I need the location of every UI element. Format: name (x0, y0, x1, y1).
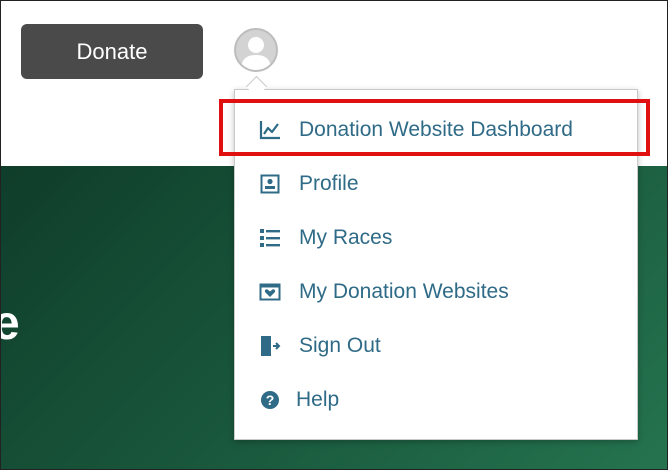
heart-envelope-icon (259, 281, 281, 303)
menu-item-profile[interactable]: Profile (235, 162, 637, 206)
svg-text:?: ? (266, 392, 275, 408)
list-icon (259, 227, 281, 249)
menu-item-help[interactable]: ? Help (235, 378, 637, 422)
menu-item-my-races[interactable]: My Races (235, 216, 637, 260)
question-circle-icon: ? (259, 389, 281, 411)
user-icon (241, 37, 271, 70)
door-exit-icon (259, 335, 281, 357)
menu-item-label: My Donation Websites (299, 280, 509, 303)
menu-item-dashboard[interactable]: Donation Website Dashboard (235, 108, 637, 152)
menu-item-label: Donation Website Dashboard (299, 118, 573, 141)
chart-line-icon (259, 119, 281, 141)
hero-heading-fragment: e (1, 296, 20, 351)
menu-item-label: Profile (299, 172, 359, 195)
user-dropdown-menu: Donation Website Dashboard Profile My Ra… (234, 89, 638, 440)
menu-item-my-donation-websites[interactable]: My Donation Websites (235, 270, 637, 314)
menu-item-label: My Races (299, 226, 393, 249)
menu-item-label: Help (296, 388, 340, 411)
donate-button[interactable]: Donate (21, 24, 203, 79)
screenshot-frame: e Donate Donation Website Dashboard (0, 0, 668, 470)
menu-item-label: Sign Out (299, 334, 381, 357)
menu-item-sign-out[interactable]: Sign Out (235, 324, 637, 368)
avatar[interactable] (234, 28, 278, 72)
profile-card-icon (259, 173, 281, 195)
